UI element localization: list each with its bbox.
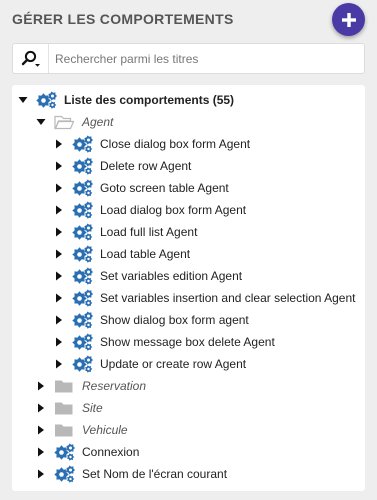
folder-open-icon xyxy=(54,113,76,131)
tree-node-label: Vehicule xyxy=(82,423,128,437)
expand-arrow-right-icon[interactable] xyxy=(52,181,66,195)
tree-behavior-item[interactable]: Load full list Agent xyxy=(52,221,197,243)
tree-node-label: Set variables insertion and clear select… xyxy=(100,291,356,305)
tree-folder-agent[interactable]: Agent xyxy=(34,111,113,133)
gears-icon xyxy=(54,443,76,461)
search-button[interactable] xyxy=(13,44,49,73)
page-title: GÉRER LES COMPORTEMENTS xyxy=(12,11,234,27)
tree-node-label: Reservation xyxy=(82,379,147,393)
gears-icon xyxy=(72,223,94,241)
expand-arrow-right-icon[interactable] xyxy=(52,335,66,349)
tree-node-label: Show message box delete Agent xyxy=(100,335,275,349)
gears-icon xyxy=(72,179,94,197)
gears-icon xyxy=(72,135,94,153)
expand-arrow-right-icon[interactable] xyxy=(52,137,66,151)
search-bar xyxy=(12,43,365,74)
expand-arrow-down-icon[interactable] xyxy=(34,115,48,129)
gears-icon xyxy=(72,355,94,373)
tree-node-label: Agent xyxy=(82,115,114,129)
tree-node-label: Connexion xyxy=(82,445,140,459)
expand-arrow-right-icon[interactable] xyxy=(34,445,48,459)
tree-node-label: Liste des comportements (55) xyxy=(64,93,235,107)
gears-icon xyxy=(36,91,58,109)
tree-root[interactable]: Liste des comportements (55) xyxy=(16,89,234,111)
search-icon xyxy=(21,50,40,67)
expand-arrow-right-icon[interactable] xyxy=(52,203,66,217)
behavior-tree: Liste des comportements (55) Agent Close d… xyxy=(12,85,365,491)
tree-behavior-item[interactable]: Close dialog box form Agent xyxy=(52,133,250,155)
tree-behavior-item[interactable]: Show message box delete Agent xyxy=(52,331,275,353)
tree-node-label: Goto screen table Agent xyxy=(100,181,229,195)
header: GÉRER LES COMPORTEMENTS xyxy=(0,0,377,38)
tree-node-label: Load table Agent xyxy=(100,247,191,261)
tree-node-label: Delete row Agent xyxy=(100,159,192,173)
search-input[interactable] xyxy=(50,44,362,73)
tree-folder-item[interactable]: Site xyxy=(34,397,103,419)
folder-icon xyxy=(54,377,76,395)
tree-behavior-item[interactable]: Load table Agent xyxy=(52,243,190,265)
tree-behavior-item[interactable]: Connexion xyxy=(34,441,139,463)
tree-behavior-item[interactable]: Set Nom de l'écran courant xyxy=(34,463,227,485)
expand-arrow-right-icon[interactable] xyxy=(34,467,48,481)
expand-arrow-right-icon[interactable] xyxy=(52,269,66,283)
plus-icon xyxy=(341,12,356,27)
gears-icon xyxy=(72,333,94,351)
tree-node-label: Update or create row Agent xyxy=(100,357,247,371)
tree-node-label: Set Nom de l'écran courant xyxy=(82,467,228,481)
expand-arrow-right-icon[interactable] xyxy=(52,313,66,327)
folder-icon xyxy=(54,421,76,439)
tree-behavior-item[interactable]: Set variables insertion and clear select… xyxy=(52,287,356,309)
tree-behavior-item[interactable]: Show dialog box form agent xyxy=(52,309,249,331)
gears-icon xyxy=(54,465,76,483)
expand-arrow-right-icon[interactable] xyxy=(52,225,66,239)
expand-arrow-right-icon[interactable] xyxy=(52,357,66,371)
expand-arrow-down-icon[interactable] xyxy=(16,93,30,107)
tree-node-label: Show dialog box form agent xyxy=(100,313,249,327)
tree-folder-item[interactable]: Vehicule xyxy=(34,419,128,441)
folder-icon xyxy=(54,399,76,417)
gears-icon xyxy=(72,245,94,263)
tree-node-label: Site xyxy=(82,401,103,415)
tree-behavior-item[interactable]: Delete row Agent xyxy=(52,155,191,177)
tree-behavior-item[interactable]: Goto screen table Agent xyxy=(52,177,229,199)
tree-behavior-item[interactable]: Load dialog box form Agent xyxy=(52,199,246,221)
gears-icon xyxy=(72,157,94,175)
gears-icon xyxy=(72,289,94,307)
tree-node-label: Load dialog box form Agent xyxy=(100,203,247,217)
expand-arrow-right-icon[interactable] xyxy=(34,401,48,415)
tree-behavior-item[interactable]: Set variables edition Agent xyxy=(52,265,242,287)
add-behavior-button[interactable] xyxy=(332,3,365,36)
expand-arrow-right-icon[interactable] xyxy=(52,291,66,305)
gears-icon xyxy=(72,311,94,329)
tree-node-label: Set variables edition Agent xyxy=(100,269,243,283)
expand-arrow-right-icon[interactable] xyxy=(52,247,66,261)
tree-node-label: Close dialog box form Agent xyxy=(100,137,251,151)
tree-node-label: Load full list Agent xyxy=(100,225,198,239)
tree-behavior-item[interactable]: Update or create row Agent xyxy=(52,353,246,375)
expand-arrow-right-icon[interactable] xyxy=(52,159,66,173)
gears-icon xyxy=(72,267,94,285)
expand-arrow-right-icon[interactable] xyxy=(34,423,48,437)
tree-folder-item[interactable]: Reservation xyxy=(34,375,146,397)
expand-arrow-right-icon[interactable] xyxy=(34,379,48,393)
gears-icon xyxy=(72,201,94,219)
